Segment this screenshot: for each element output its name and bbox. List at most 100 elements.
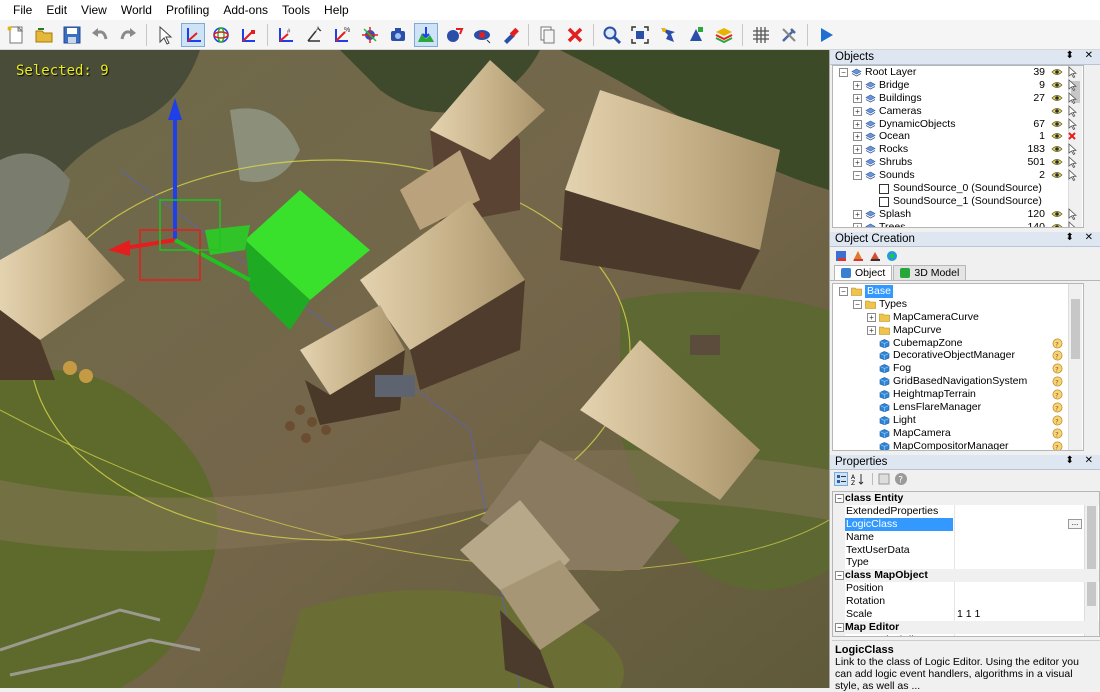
property-row[interactable]: Scale 1 1 1 (833, 608, 1099, 621)
objects-tree[interactable]: − Root Layer 39 + Bridge 9 + Buildings 27 + Camera… (832, 65, 1084, 228)
create-special-icon[interactable] (885, 249, 899, 263)
clone-button[interactable] (535, 23, 559, 47)
checkbox-icon[interactable] (879, 196, 889, 207)
expander-icon[interactable]: + (853, 145, 862, 155)
new-button[interactable] (4, 23, 28, 47)
property-category[interactable]: − Map Editor (833, 620, 1099, 634)
tool-a-button[interactable] (656, 23, 680, 47)
creation-tree-item[interactable]: + MapCurve (833, 324, 1083, 337)
help-icon[interactable]: ? (1052, 428, 1063, 439)
property-value[interactable]: 1 1 1 (954, 608, 1083, 621)
object-tree-item[interactable]: SoundSource_0 (SoundSource) (833, 182, 1083, 195)
creation-tree-item[interactable]: MapCompositorManager? (833, 440, 1083, 451)
visibility-eye-icon[interactable] (1051, 119, 1063, 129)
menu-help[interactable]: Help (317, 0, 356, 20)
selectable-cursor-icon[interactable] (1067, 156, 1077, 169)
expander-icon[interactable]: + (853, 158, 862, 168)
selectable-cursor-icon[interactable] (1067, 78, 1077, 91)
property-row[interactable]: Type (833, 556, 1099, 570)
creation-tree[interactable]: − Base − Types + MapCameraCurve + MapCurve Cubem… (832, 283, 1084, 451)
visibility-eye-icon[interactable] (1051, 144, 1063, 154)
alphabetical-icon[interactable]: AZ (851, 472, 865, 486)
delete-button[interactable] (563, 23, 587, 47)
visibility-eye-icon[interactable] (1051, 106, 1063, 116)
paint-button[interactable] (498, 23, 522, 47)
visibility-eye-icon[interactable] (1051, 131, 1063, 141)
collapse-icon[interactable]: − (835, 622, 844, 632)
help-icon[interactable]: ? (1052, 441, 1063, 451)
visibility-eye-icon[interactable] (1051, 222, 1063, 228)
creation-tree-item[interactable]: Light? (833, 414, 1083, 427)
property-row[interactable]: TextUserData (833, 543, 1099, 557)
panel-controls[interactable]: ⬍ ✕ (1065, 50, 1097, 61)
help-icon[interactable]: ? (1052, 389, 1063, 400)
align-terrain-button[interactable] (414, 22, 438, 47)
object-tree-item[interactable]: − Root Layer 39 (833, 66, 1083, 79)
help-icon[interactable]: ? (894, 472, 908, 486)
menu-profiling[interactable]: Profiling (159, 0, 216, 20)
creation-tree-item[interactable]: MapCamera? (833, 427, 1083, 440)
visibility-eye-icon[interactable] (1051, 209, 1063, 219)
display-button[interactable] (470, 23, 494, 47)
physics-button[interactable] (442, 23, 466, 47)
ellipsis-button[interactable]: ... (1068, 518, 1082, 529)
object-tree-item[interactable]: SoundSource_1 (SoundSource) (833, 195, 1083, 208)
camera-focus-button[interactable] (386, 23, 410, 47)
object-tree-item[interactable]: + Shrubs 501 (833, 156, 1083, 169)
selectable-cursor-icon[interactable] (1067, 117, 1077, 130)
settings-button[interactable] (777, 23, 801, 47)
help-icon[interactable]: ? (1052, 338, 1063, 349)
expander-icon[interactable]: − (853, 299, 862, 309)
object-tree-item[interactable]: − Sounds 2 (833, 169, 1083, 182)
expander-icon[interactable]: + (853, 93, 862, 103)
help-icon[interactable]: ? (1052, 415, 1063, 426)
help-icon[interactable]: ? (1052, 376, 1063, 387)
menu-addons[interactable]: Add-ons (216, 0, 275, 20)
menu-view[interactable]: View (74, 0, 114, 20)
property-category[interactable]: − class MapObject (833, 569, 1099, 583)
expander-icon[interactable]: + (853, 209, 862, 219)
scene-render[interactable] (0, 50, 829, 688)
snap-move-button[interactable]: # (274, 23, 298, 47)
creation-tree-item[interactable]: HeightmapTerrain? (833, 388, 1083, 401)
selectable-cursor-icon[interactable] (1067, 143, 1077, 156)
create-mesh-icon[interactable] (851, 249, 865, 263)
snap-angle-button[interactable]: A (302, 23, 326, 47)
expander-icon[interactable]: − (839, 68, 848, 77)
tool-b-button[interactable] (684, 23, 708, 47)
collapse-icon[interactable]: − (835, 494, 844, 503)
expander-icon[interactable]: − (853, 171, 862, 181)
creation-tree-item[interactable]: CubemapZone? (833, 337, 1083, 350)
selectable-cursor-icon[interactable] (1067, 91, 1077, 104)
rotate-button[interactable] (209, 23, 233, 47)
property-value[interactable] (954, 543, 1083, 557)
open-button[interactable] (32, 23, 56, 47)
panel-controls[interactable]: ⬍ ✕ (1065, 455, 1097, 466)
property-row[interactable]: AutoVerticalAlignmentNone (833, 633, 1099, 636)
create-light-icon[interactable] (868, 249, 882, 263)
property-value[interactable] (954, 517, 1083, 531)
property-row[interactable]: Rotation (833, 595, 1099, 609)
property-value[interactable] (954, 556, 1083, 570)
menu-tools[interactable]: Tools (275, 0, 317, 20)
expander-icon[interactable]: + (853, 80, 862, 90)
property-row[interactable]: ExtendedProperties (833, 504, 1099, 518)
help-icon[interactable]: ? (1052, 402, 1063, 413)
selectable-cursor-icon[interactable] (1067, 169, 1077, 182)
play-button[interactable] (814, 23, 838, 47)
help-icon[interactable]: ? (1052, 363, 1063, 374)
property-row[interactable]: Position (833, 582, 1099, 596)
fit-selection-button[interactable] (628, 23, 652, 47)
checkbox-icon[interactable] (879, 184, 889, 195)
property-value[interactable] (954, 530, 1083, 544)
layers-button[interactable] (712, 23, 736, 47)
object-tree-item[interactable]: + Cameras (833, 105, 1083, 118)
creation-tree-item[interactable]: DecorativeObjectManager? (833, 349, 1083, 362)
redo-button[interactable] (116, 23, 140, 47)
move-button[interactable] (181, 22, 205, 47)
local-axes-button[interactable] (358, 23, 382, 47)
selectable-cursor-icon[interactable] (1067, 104, 1077, 117)
3d-viewport[interactable]: Selected: 9 (0, 50, 829, 688)
categorized-icon[interactable] (834, 472, 848, 486)
expander-icon[interactable]: − (839, 287, 848, 296)
